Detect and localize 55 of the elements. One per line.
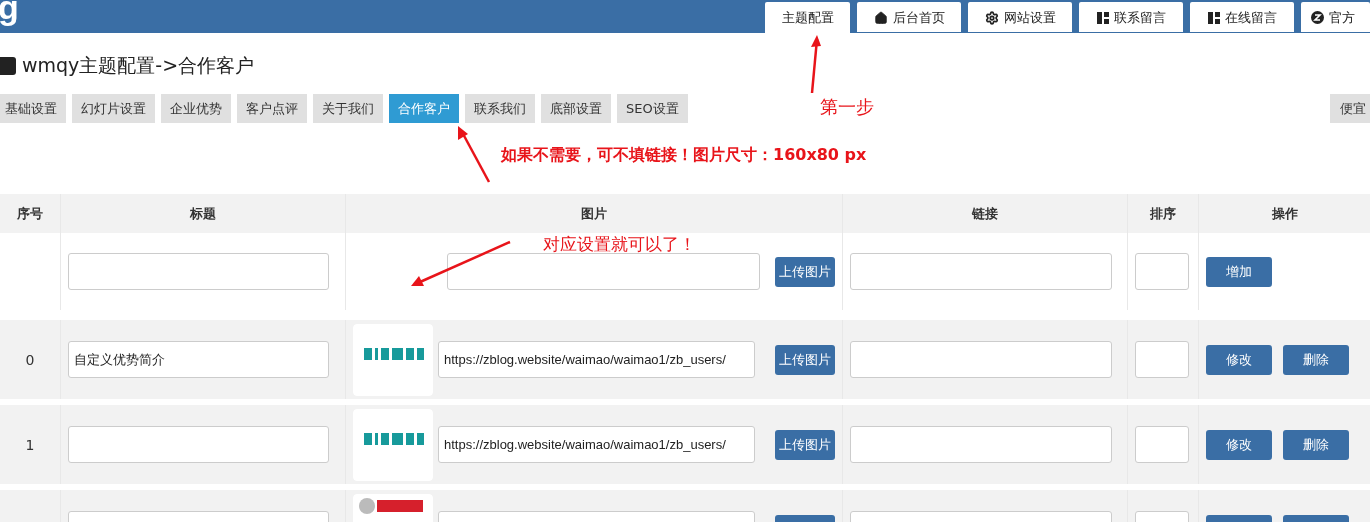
link-field[interactable] <box>850 426 1112 463</box>
delete-button[interactable]: 删除 <box>1283 429 1349 460</box>
order-field[interactable] <box>1135 341 1189 378</box>
sub-tab[interactable]: 底部设置 <box>541 94 611 123</box>
annotation-text: 第一步 <box>820 95 874 119</box>
title-field[interactable]: 自定义优势简介 <box>68 341 329 378</box>
nav-tab[interactable]: 官方 <box>1301 2 1370 33</box>
edit-button[interactable]: 修改 <box>1206 429 1272 460</box>
sub-tab[interactable]: 基础设置 <box>0 94 66 123</box>
title-field[interactable] <box>68 426 329 463</box>
title-field[interactable] <box>68 253 329 290</box>
delete-button[interactable]: 删除 <box>1283 344 1349 375</box>
order-field[interactable] <box>1135 426 1189 463</box>
column-header: 链接 <box>972 204 998 223</box>
z-circle-icon <box>1311 11 1324 24</box>
annotation-text: 对应设置就可以了！ <box>543 233 696 256</box>
upload-button[interactable]: 上传图片 <box>775 344 835 375</box>
link-field[interactable] <box>850 341 1112 378</box>
window-icon <box>0 57 16 75</box>
column-header: 排序 <box>1150 204 1176 223</box>
add-button[interactable]: 增加 <box>1206 256 1272 287</box>
sub-tab[interactable]: 关于我们 <box>313 94 383 123</box>
nav-tab[interactable]: 主题配置 <box>765 2 850 33</box>
panels-icon <box>1096 11 1109 24</box>
upload-button[interactable]: 上传图片 <box>775 429 835 460</box>
image-url-field[interactable]: https://zblog.website/waimao/waimao1/zb_users/ <box>438 426 755 463</box>
panels-icon <box>1207 11 1220 24</box>
sub-tab[interactable]: SEO设置 <box>617 94 688 123</box>
column-header: 图片 <box>581 204 607 223</box>
nav-tab[interactable]: 在线留言 <box>1190 2 1294 33</box>
side-button[interactable]: 便宜 <box>1330 94 1370 123</box>
annotation-arrow <box>810 35 821 94</box>
row-number: 0 <box>25 351 35 368</box>
sub-tab[interactable]: 客户点评 <box>237 94 307 123</box>
annotation-arrow <box>458 126 491 183</box>
sub-tab[interactable]: 幻灯片设置 <box>72 94 155 123</box>
row-number: 1 <box>25 436 35 453</box>
column-header: 序号 <box>17 204 43 223</box>
order-field[interactable] <box>1135 253 1189 290</box>
column-header: 操作 <box>1271 204 1298 223</box>
image-url-field[interactable] <box>446 253 760 290</box>
settings-icon <box>984 10 999 25</box>
nav-tab[interactable]: 网站设置 <box>968 2 1072 33</box>
annotation-text: 如果不需要，可不填链接！图片尺寸：160x80 px <box>501 145 867 166</box>
edit-button[interactable]: 修改 <box>1206 344 1272 375</box>
nav-tab[interactable]: 联系留言 <box>1079 2 1183 33</box>
column-header: 标题 <box>190 204 216 223</box>
image-url-field[interactable]: https://zblog.website/waimao/waimao1/zb_users/ <box>438 341 755 378</box>
nav-tab[interactable]: 后台首页 <box>857 2 961 33</box>
upload-button[interactable]: 上传图片 <box>775 256 835 287</box>
home-icon <box>873 10 888 25</box>
link-field[interactable] <box>850 253 1112 290</box>
page-title: wmqy主题配置->合作客户 <box>22 53 255 78</box>
sub-tab[interactable]: 联系我们 <box>465 94 535 123</box>
sub-tab[interactable]: 企业优势 <box>161 94 231 123</box>
